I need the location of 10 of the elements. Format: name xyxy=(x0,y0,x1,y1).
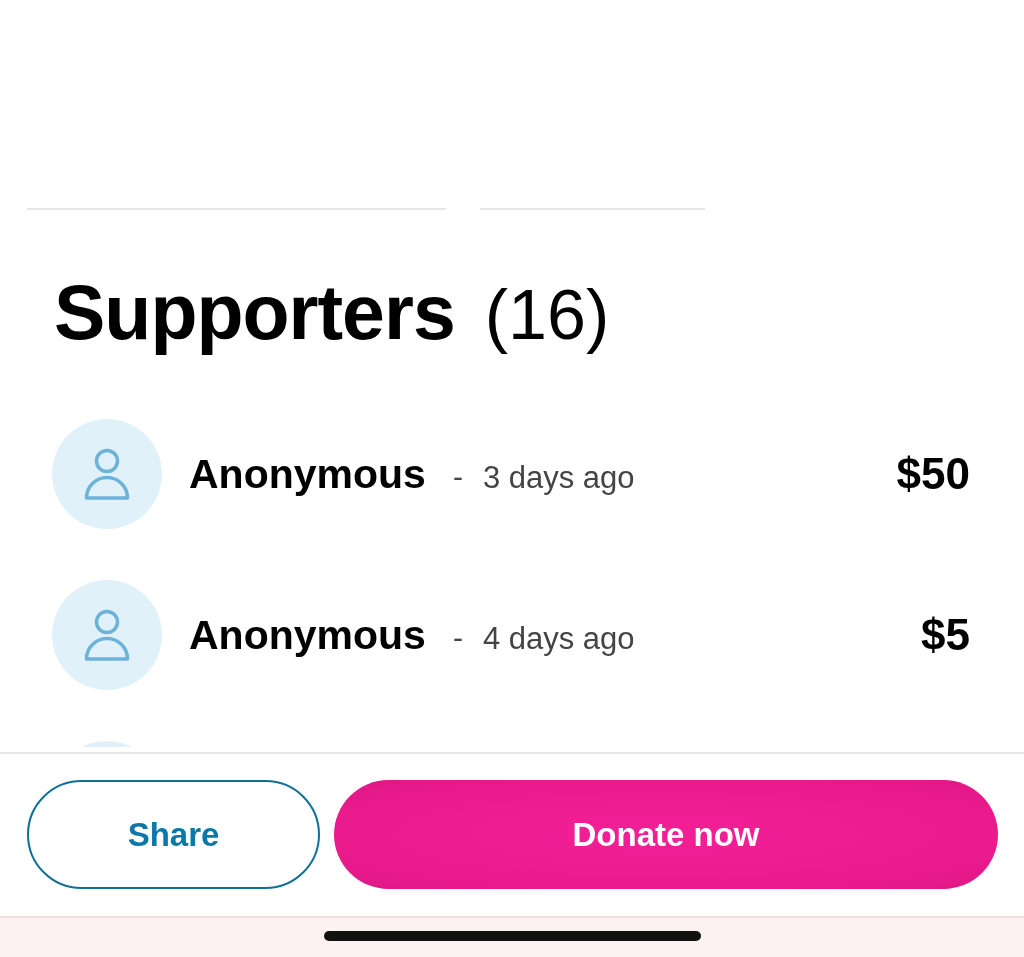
donation-time: 4 days ago xyxy=(482,622,635,654)
donation-amount: $5 xyxy=(921,613,970,657)
donation-amount: $50 xyxy=(896,452,970,496)
donation-time: 3 days ago xyxy=(482,461,635,493)
share-button[interactable]: Share xyxy=(27,780,320,889)
donate-button[interactable]: Donate now xyxy=(334,780,998,889)
separator: - xyxy=(452,623,463,653)
separator: - xyxy=(452,462,463,492)
supporter-name: Anonymous xyxy=(189,453,426,495)
supporter-name: Anonymous xyxy=(189,614,426,656)
